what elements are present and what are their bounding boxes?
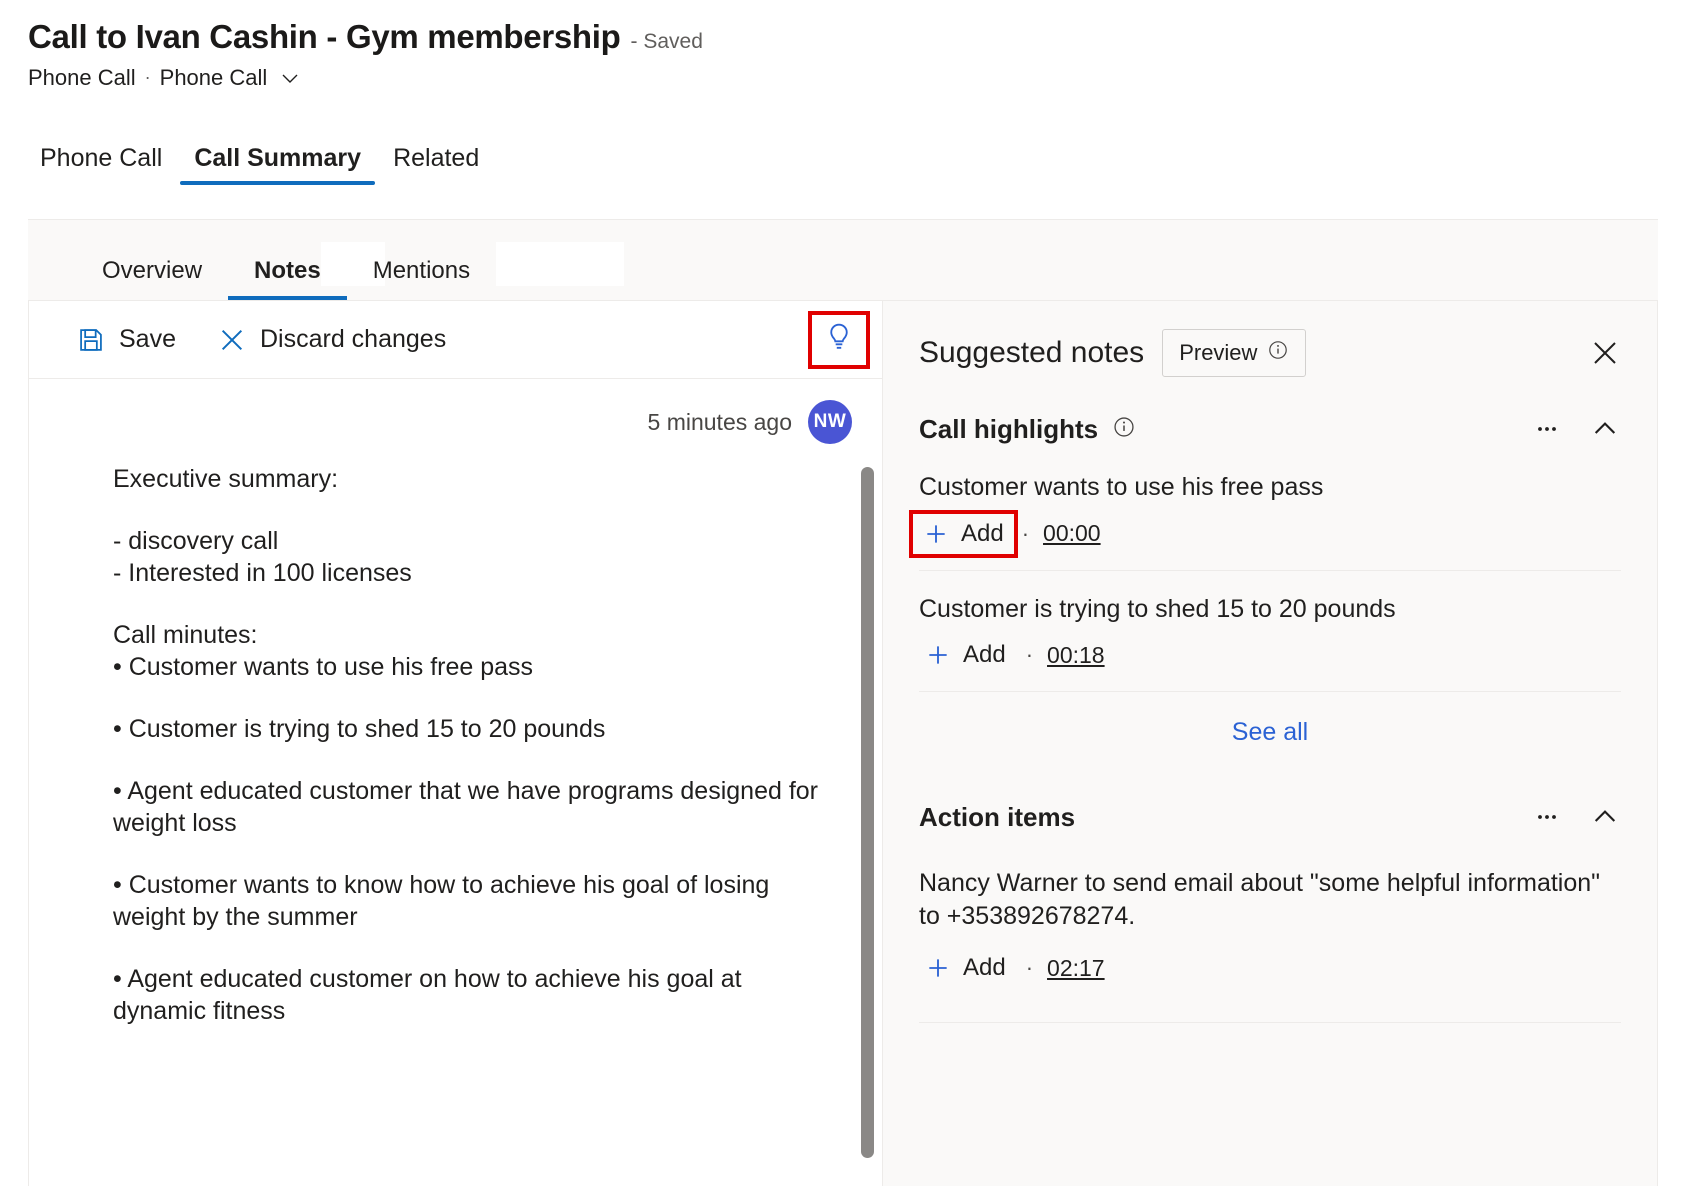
- plus-icon: [925, 642, 951, 668]
- section-call-highlights-header: Call highlights: [883, 393, 1657, 465]
- separator: ·: [1026, 642, 1033, 668]
- list-item: Customer is trying to shed 15 to 20 poun…: [883, 571, 1657, 692]
- preview-badge-label: Preview: [1179, 340, 1257, 366]
- preview-badge[interactable]: Preview: [1162, 329, 1306, 377]
- notes-scrollbar-thumb[interactable]: [861, 467, 874, 1158]
- suggested-notes-panel: Suggested notes Preview: [882, 300, 1658, 1186]
- action-item-text: Nancy Warner to send email about "some h…: [919, 867, 1621, 932]
- info-icon[interactable]: [1112, 415, 1136, 444]
- subtab-overview[interactable]: Overview: [76, 259, 228, 300]
- suggested-notes-scroll[interactable]: Call highlights: [883, 393, 1657, 1186]
- save-status: - Saved: [631, 30, 703, 54]
- breadcrumb-entity: Phone Call: [28, 65, 136, 91]
- save-icon: [77, 326, 105, 354]
- tab-related[interactable]: Related: [377, 142, 495, 185]
- notes-meta: 5 minutes ago NW: [29, 379, 882, 453]
- notes-scrollbar[interactable]: [852, 453, 882, 1186]
- notes-body-wrap: Executive summary: - discovery call - In…: [29, 453, 882, 1186]
- record-header: Call to Ivan Cashin - Gym membership - S…: [0, 0, 1686, 91]
- more-options-icon[interactable]: [1525, 407, 1569, 451]
- discard-changes-button[interactable]: Discard changes: [204, 317, 460, 362]
- notes-timestamp: 5 minutes ago: [648, 409, 792, 436]
- timestamp-link[interactable]: 00:00: [1043, 520, 1101, 547]
- see-all-row: See all: [883, 692, 1657, 773]
- section-title: Call highlights: [919, 414, 1098, 445]
- page-title: Call to Ivan Cashin - Gym membership: [28, 18, 621, 56]
- section-action-items-header: Action items: [883, 773, 1657, 853]
- notes-line: Call minutes:: [113, 619, 834, 651]
- avatar[interactable]: NW: [808, 400, 852, 444]
- tab-phone-call[interactable]: Phone Call: [24, 142, 178, 185]
- add-row: Add · 02:17: [919, 950, 1621, 986]
- save-button-label: Save: [119, 325, 176, 354]
- see-all-highlights-link[interactable]: See all: [1232, 718, 1308, 747]
- separator: ·: [1022, 521, 1029, 547]
- discard-changes-label: Discard changes: [260, 325, 446, 354]
- notes-panel: Save Discard changes: [28, 300, 882, 1186]
- add-button-label: Add: [961, 520, 1004, 548]
- list-item: Nancy Warner to send email about "some h…: [883, 853, 1657, 1004]
- chevron-up-icon[interactable]: [1583, 407, 1627, 451]
- app-root: Call to Ivan Cashin - Gym membership - S…: [0, 0, 1686, 1186]
- notes-line: • Customer wants to know how to achieve …: [113, 869, 834, 933]
- highlight-text: Customer is trying to shed 15 to 20 poun…: [919, 593, 1621, 626]
- close-icon: [218, 326, 246, 354]
- add-highlight-button[interactable]: Add: [919, 637, 1012, 673]
- add-button-label: Add: [963, 954, 1006, 982]
- mentions-mask-right: [496, 242, 624, 286]
- primary-tablist: Phone Call Call Summary Related: [24, 129, 1686, 185]
- separator: ·: [1026, 955, 1033, 981]
- notes-line: Executive summary:: [113, 463, 834, 495]
- highlight-text: Customer wants to use his free pass: [919, 471, 1621, 504]
- divider: [919, 1022, 1621, 1023]
- more-options-icon[interactable]: [1525, 795, 1569, 839]
- timestamp-link[interactable]: 00:18: [1047, 642, 1105, 669]
- add-highlight-button[interactable]: Add: [909, 510, 1018, 558]
- info-icon[interactable]: [1267, 339, 1289, 367]
- notes-line: • Agent educated customer on how to achi…: [113, 963, 834, 1027]
- add-row: Add · 00:00: [919, 516, 1621, 552]
- chevron-down-icon[interactable]: [279, 67, 301, 89]
- content-columns: Save Discard changes: [28, 300, 1658, 1186]
- list-item: Customer wants to use his free pass Add: [883, 465, 1657, 570]
- notes-line: • Customer is trying to shed 15 to 20 po…: [113, 713, 834, 745]
- plus-icon: [923, 521, 949, 547]
- add-action-item-button[interactable]: Add: [919, 950, 1012, 986]
- save-button[interactable]: Save: [63, 317, 190, 362]
- add-button-label: Add: [963, 641, 1006, 669]
- subtab-mentions[interactable]: Mentions: [347, 259, 496, 300]
- suggested-notes-header: Suggested notes Preview: [883, 301, 1657, 393]
- suggested-notes-title: Suggested notes: [919, 336, 1144, 370]
- call-summary-shell: Overview Notes Mentions: [28, 219, 1658, 1186]
- timestamp-link[interactable]: 02:17: [1047, 955, 1105, 982]
- notes-line: • Customer wants to use his free pass: [113, 651, 834, 683]
- breadcrumb: Phone Call · Phone Call: [28, 65, 1686, 91]
- section-title: Action items: [919, 802, 1075, 833]
- suggested-notes-toggle-button[interactable]: [808, 311, 870, 369]
- notes-line: • Agent educated customer that we have p…: [113, 775, 834, 839]
- notes-line: - discovery call: [113, 525, 834, 557]
- notes-toolbar: Save Discard changes: [29, 301, 882, 379]
- sub-tablist: Overview Notes Mentions: [28, 220, 1658, 300]
- close-panel-button[interactable]: [1583, 331, 1627, 375]
- notes-line: - Interested in 100 licenses: [113, 557, 834, 589]
- add-row: Add · 00:18: [919, 637, 1621, 673]
- chevron-up-icon[interactable]: [1583, 795, 1627, 839]
- lightbulb-icon: [824, 322, 854, 359]
- title-row: Call to Ivan Cashin - Gym membership - S…: [28, 18, 1686, 56]
- plus-icon: [925, 955, 951, 981]
- tab-call-summary[interactable]: Call Summary: [178, 142, 377, 185]
- breadcrumb-form[interactable]: Phone Call: [160, 65, 268, 91]
- breadcrumb-separator: ·: [145, 67, 151, 88]
- subtab-mentions-wrap: Mentions: [347, 259, 496, 300]
- notes-editor[interactable]: Executive summary: - discovery call - In…: [29, 453, 852, 1186]
